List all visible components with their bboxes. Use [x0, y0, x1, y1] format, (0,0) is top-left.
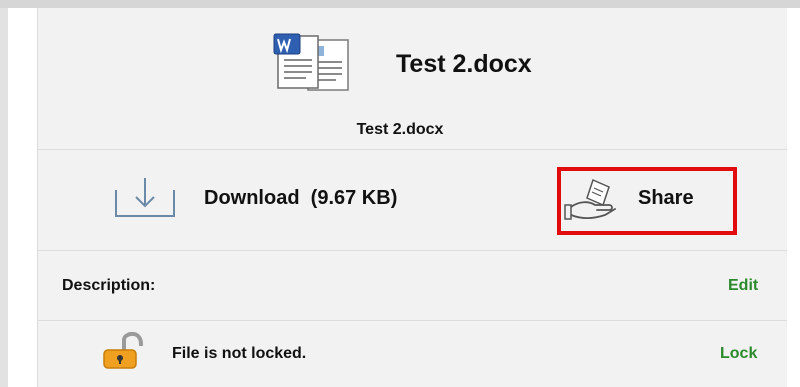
- word-document-icon: [273, 33, 349, 91]
- left-gutter: [0, 8, 8, 387]
- divider: [37, 149, 787, 150]
- lock-status-text: File is not locked.: [172, 345, 307, 362]
- top-bar: [0, 0, 800, 8]
- divider: [37, 250, 787, 251]
- unlocked-padlock-icon: [103, 331, 143, 369]
- description-label: Description:: [62, 277, 156, 294]
- file-name: Test 2.docx: [356, 121, 444, 138]
- lock-file-link[interactable]: Lock: [720, 345, 757, 363]
- divider: [37, 320, 787, 321]
- download-icon: [115, 178, 175, 217]
- share-hand-icon[interactable]: [563, 177, 623, 223]
- download-button[interactable]: Download (9.67 KB): [112, 176, 492, 220]
- download-label: Download (9.67 KB): [204, 187, 398, 209]
- share-button[interactable]: Share: [638, 187, 694, 210]
- file-title: Test 2.docx: [396, 50, 532, 78]
- edit-description-link[interactable]: Edit: [728, 277, 758, 295]
